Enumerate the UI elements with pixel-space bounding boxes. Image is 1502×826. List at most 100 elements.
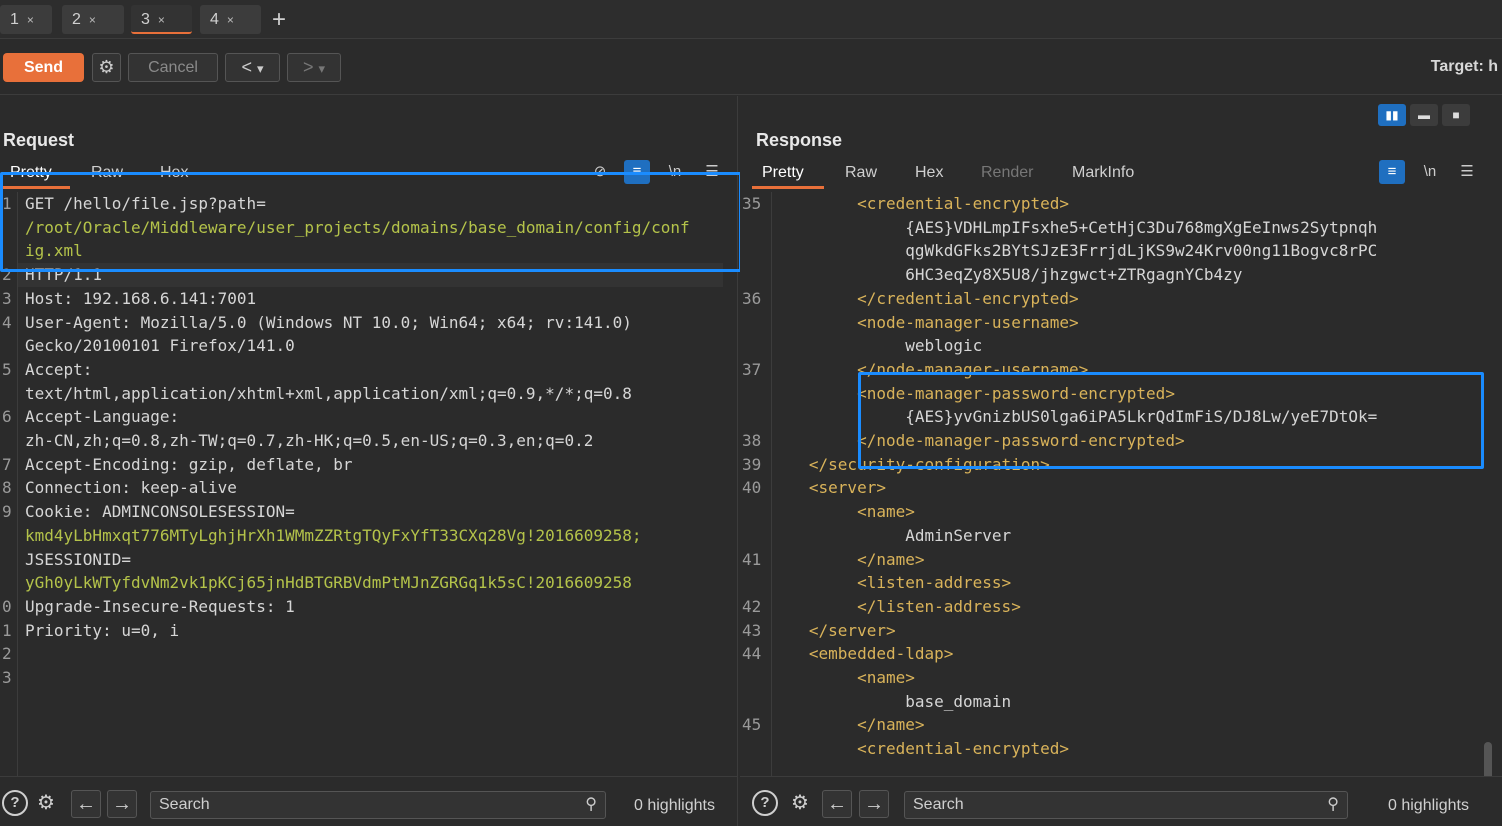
menu-icon[interactable]: ☰ <box>699 160 725 184</box>
code-line[interactable]: <node-manager-username> <box>780 311 1079 335</box>
next-match-button[interactable]: → <box>859 790 889 818</box>
code-line[interactable]: <listen-address> <box>780 571 1011 595</box>
scrollbar[interactable] <box>1484 742 1492 776</box>
tab-3[interactable]: 3 × <box>131 5 192 34</box>
code-token: </node-manager-username> <box>780 359 1089 379</box>
code-line[interactable]: </server> <box>780 619 896 643</box>
code-line[interactable]: text/html,application/xhtml+xml,applicat… <box>25 382 632 406</box>
code-token: zh-CN,zh;q=0.8,zh-TW;q=0.7,zh-HK;q=0.5,e… <box>25 431 594 450</box>
line-number: 43 <box>742 620 762 640</box>
code-line[interactable]: <embedded-ldap> <box>780 642 954 666</box>
request-editor[interactable]: 1 2 3 4 5 6 7 8 9 0 1 2 3 GET /hello/file.jsp?path= /… <box>0 192 737 776</box>
single-pane-icon[interactable]: ■ <box>1442 104 1470 126</box>
code-line[interactable]: <credential-encrypted> <box>780 737 1069 761</box>
history-forward-button[interactable]: > ▾ <box>287 53 341 82</box>
tab-label: 4 <box>210 11 219 28</box>
code-line[interactable]: Accept-Encoding: gzip, deflate, br <box>25 453 353 477</box>
code-line[interactable]: User-Agent: Mozilla/5.0 (Windows NT 10.0… <box>25 311 632 335</box>
tab-hex[interactable]: Hex <box>915 164 943 182</box>
tab-render[interactable]: Render <box>981 164 1033 182</box>
settings-button[interactable]: ⚙ <box>92 53 121 82</box>
tab-hex[interactable]: Hex <box>160 164 188 182</box>
tab-markinfo[interactable]: MarkInfo <box>1072 164 1134 182</box>
code-line[interactable]: weblogic <box>780 334 982 358</box>
tab-raw[interactable]: Raw <box>845 164 877 182</box>
tab-4[interactable]: 4 × <box>200 5 261 34</box>
close-icon[interactable]: × <box>158 13 165 27</box>
word-wrap-icon[interactable]: ≡ <box>1379 160 1405 184</box>
next-match-button[interactable]: → <box>107 790 137 818</box>
code-line[interactable]: </listen-address> <box>780 595 1021 619</box>
code-line[interactable]: <name> <box>780 500 915 524</box>
tab-1[interactable]: 1 × <box>0 5 52 34</box>
tab-raw[interactable]: Raw <box>91 164 123 182</box>
code-line[interactable]: GET /hello/file.jsp?path= <box>25 192 266 216</box>
gear-icon[interactable]: ⚙ <box>33 790 59 816</box>
current-line-highlight <box>18 263 723 287</box>
help-icon[interactable]: ? <box>752 790 778 816</box>
line-number: 45 <box>742 715 762 735</box>
newline-icon[interactable]: \n <box>1417 160 1443 184</box>
code-line[interactable]: qgWkdGFks2BYtSJzE3FrrjdLjKS9w24Krv00ng11… <box>780 239 1377 263</box>
code-line[interactable]: Priority: u=0, i <box>25 619 179 643</box>
code-line[interactable]: Gecko/20100101 Firefox/141.0 <box>25 334 295 358</box>
code-line[interactable]: JSESSIONID= <box>25 548 131 572</box>
previous-match-button[interactable]: ← <box>71 790 101 818</box>
cancel-button[interactable]: Cancel <box>128 53 218 82</box>
previous-match-button[interactable]: ← <box>822 790 852 818</box>
code-line[interactable]: {AES}VDHLmpIFsxhe5+CetHjC3Du768mgXgEeInw… <box>780 216 1377 240</box>
code-line[interactable]: Accept-Language: <box>25 405 179 429</box>
word-wrap-icon[interactable]: ≡ <box>624 160 650 184</box>
code-token: </name> <box>780 715 925 735</box>
code-line[interactable]: AdminServer <box>780 524 1011 548</box>
gear-icon[interactable]: ⚙ <box>787 790 813 816</box>
code-line[interactable]: <server> <box>780 476 886 500</box>
close-icon[interactable]: × <box>27 13 34 27</box>
code-line[interactable]: base_domain <box>780 690 1011 714</box>
close-icon[interactable]: × <box>227 13 234 27</box>
tab-pretty[interactable]: Pretty <box>10 164 52 182</box>
code-line[interactable]: HTTP/1.1 <box>25 263 102 287</box>
response-editor[interactable]: 35 36 37 38 39 40 41 42 43 44 45 <credential-encry… <box>740 192 1502 776</box>
search-placeholder: Search <box>913 796 964 813</box>
code-line[interactable]: </node-manager-password-encrypted> <box>780 429 1185 453</box>
code-line[interactable]: </credential-encrypted> <box>780 287 1079 311</box>
code-line[interactable]: <credential-encrypted> <box>780 192 1069 216</box>
code-line[interactable]: kmd4yLbHmxqt776MTyLghjHrXh1WMmZZRtgTQyFx… <box>25 524 642 548</box>
code-token: < <box>780 194 867 213</box>
help-icon[interactable]: ? <box>2 790 28 816</box>
search-input[interactable]: Search ⚲ <box>150 791 606 819</box>
add-tab-icon[interactable]: + <box>272 5 286 34</box>
code-line[interactable]: 6HC3eqZy8X5U8/jhzgwct+ZTRgagnYCb4zy <box>780 263 1242 287</box>
code-line[interactable]: Connection: keep-alive <box>25 476 237 500</box>
split-vertical-icon[interactable]: ▬ <box>1410 104 1438 126</box>
code-line[interactable]: </name> <box>780 548 924 572</box>
code-line[interactable]: Cookie: ADMINCONSOLESESSION= <box>25 500 295 524</box>
code-line[interactable]: Accept: <box>25 358 92 382</box>
code-line[interactable]: {AES}yvGnizbUS0lga6iPA5LkrQdImFiS/DJ8Lw/… <box>780 405 1377 429</box>
code-line[interactable]: /root/Oracle/Middleware/user_projects/do… <box>25 216 690 240</box>
code-line[interactable]: </node-manager-username> <box>780 358 1088 382</box>
hide-nonprintable-icon[interactable]: ⊘ <box>587 160 613 184</box>
code-line[interactable]: <name> <box>780 666 915 690</box>
code-line[interactable]: </security-configuration> <box>780 453 1050 477</box>
split-horizontal-icon[interactable]: ▮▮ <box>1378 104 1406 126</box>
menu-icon[interactable]: ☰ <box>1454 160 1480 184</box>
code-line[interactable]: </name> <box>780 713 925 737</box>
line-number: 4 <box>2 312 12 332</box>
history-back-button[interactable]: < ▾ <box>225 53 280 82</box>
code-line[interactable]: <node-manager-password-encrypted> <box>780 382 1175 406</box>
code-line[interactable]: ig.xml <box>25 239 83 263</box>
search-input[interactable]: Search ⚲ <box>904 791 1348 819</box>
send-button[interactable]: Send <box>3 53 84 82</box>
target-label[interactable]: Target: h <box>1431 58 1498 76</box>
tab-2[interactable]: 2 × <box>62 5 124 34</box>
code-line[interactable]: Host: 192.168.6.141:7001 <box>25 287 256 311</box>
newline-icon[interactable]: \n <box>662 160 688 184</box>
code-line[interactable]: zh-CN,zh;q=0.8,zh-TW;q=0.7,zh-HK;q=0.5,e… <box>25 429 593 453</box>
gear-icon: ⚙ <box>98 57 115 77</box>
code-line[interactable]: yGh0yLkWTyfdvNm2vk1pKCj65jnHdBTGRBVdmPtM… <box>25 571 632 595</box>
tab-pretty[interactable]: Pretty <box>762 164 804 182</box>
close-icon[interactable]: × <box>89 13 96 27</box>
code-line[interactable]: Upgrade-Insecure-Requests: 1 <box>25 595 295 619</box>
